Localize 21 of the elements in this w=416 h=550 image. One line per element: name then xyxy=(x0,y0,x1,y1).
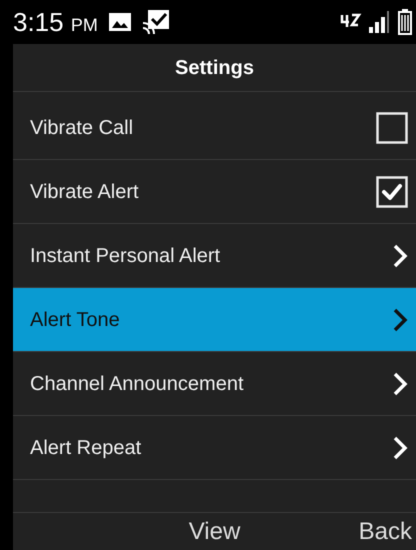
battery-icon xyxy=(398,9,412,35)
checkmark-wifi-icon xyxy=(142,9,170,35)
settings-item[interactable]: Alert Tone xyxy=(13,288,416,352)
chevron-right-icon xyxy=(392,370,408,396)
chevron-right-icon xyxy=(392,242,408,268)
status-time: 3:15 PM xyxy=(13,9,98,35)
chevron-right-icon xyxy=(392,306,408,332)
item-label: Vibrate Alert xyxy=(30,180,139,204)
checkbox-icon[interactable] xyxy=(376,112,408,144)
picture-icon xyxy=(108,12,132,32)
screen-title: Settings xyxy=(175,56,254,80)
item-label: Vibrate Call xyxy=(30,116,134,140)
item-label: Instant Personal Alert xyxy=(30,244,220,268)
back-softkey[interactable]: Back xyxy=(282,514,416,550)
signal-icon xyxy=(368,10,392,34)
view-softkey[interactable]: View xyxy=(147,514,282,550)
item-label: Alert Tone xyxy=(30,308,120,332)
checked-checkbox-icon[interactable] xyxy=(376,176,408,208)
chevron-right-icon xyxy=(392,434,408,460)
item-label: Alert Repeat xyxy=(30,436,142,460)
item-label: Channel Announcement xyxy=(30,372,244,396)
